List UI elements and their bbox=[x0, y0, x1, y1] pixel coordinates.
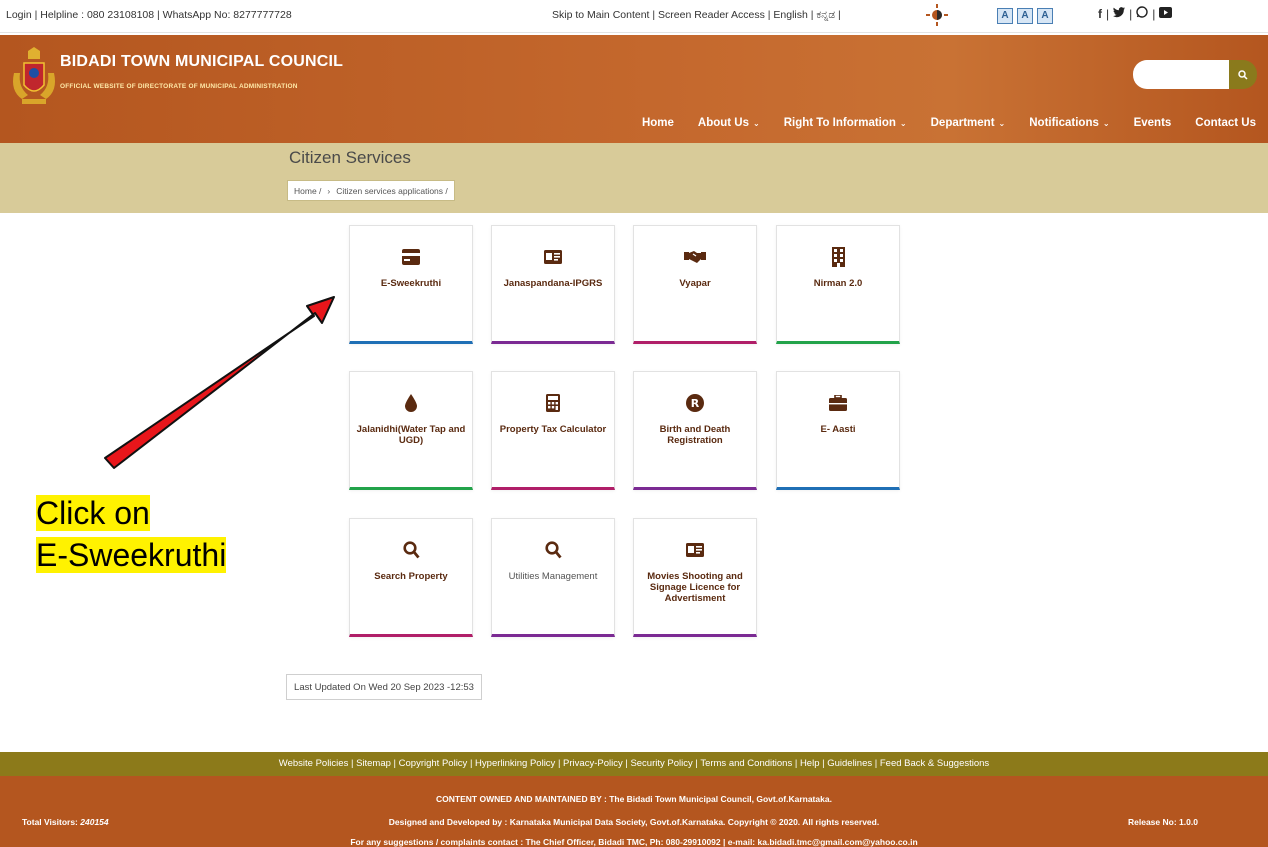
id-card-icon bbox=[542, 246, 564, 268]
service-card-label: Property Tax Calculator bbox=[499, 424, 607, 435]
registered-icon: R bbox=[684, 392, 706, 414]
search-input[interactable] bbox=[1133, 60, 1229, 89]
nav-about-us[interactable]: About Us ⌄ bbox=[698, 117, 760, 129]
site-header: BIDADI TOWN MUNICIPAL COUNCIL OFFICIAL W… bbox=[0, 35, 1268, 143]
last-updated-stamp: Last Updated On Wed 20 Sep 2023 -12:53 bbox=[286, 674, 482, 700]
breadcrumb-home[interactable]: Home / bbox=[294, 186, 321, 196]
helpline-text[interactable]: Login | Helpline : 080 23108108 | WhatsA… bbox=[6, 9, 292, 21]
youtube-icon[interactable] bbox=[1159, 6, 1173, 21]
service-card-movies-shooting-signage[interactable]: Movies Shooting and Signage Licence for … bbox=[633, 518, 757, 637]
font-decrease-button[interactable]: A bbox=[997, 8, 1013, 24]
calculator-icon bbox=[542, 392, 564, 414]
search-icon bbox=[1238, 69, 1248, 80]
page-title-band: Citizen Services Home / › Citizen servic… bbox=[0, 143, 1268, 213]
nav-rti[interactable]: Right To Information ⌄ bbox=[784, 117, 907, 129]
footer-contact: For any suggestions / complaints contact… bbox=[350, 837, 918, 847]
handshake-icon bbox=[684, 246, 706, 268]
chevron-down-icon: ⌄ bbox=[899, 119, 907, 128]
site-footer: Total Visitors: 240154 CONTENT OWNED AND… bbox=[0, 776, 1268, 847]
service-card-label: E-Sweekruthi bbox=[380, 278, 442, 289]
service-card-label: Search Property bbox=[374, 571, 448, 582]
service-card-label: Vyapar bbox=[679, 278, 711, 289]
chevron-down-icon: ⌄ bbox=[1102, 119, 1110, 128]
service-card-jalanidhi[interactable]: Jalanidhi(Water Tap and UGD) bbox=[349, 371, 473, 490]
footer-ownership: CONTENT OWNED AND MAINTAINED BY : The Bi… bbox=[436, 794, 832, 804]
service-card-label: E- Aasti bbox=[820, 424, 856, 435]
whatsapp-icon[interactable] bbox=[1136, 6, 1148, 21]
search-box bbox=[1133, 60, 1257, 89]
service-card-e-aasti[interactable]: E- Aasti bbox=[776, 371, 900, 490]
service-card-label: Movies Shooting and Signage Licence for … bbox=[647, 571, 743, 604]
service-card-label: Janaspandana-IPGRS bbox=[503, 278, 603, 289]
service-card-label: Birth and Death Registration bbox=[659, 424, 731, 446]
nav-home[interactable]: Home bbox=[642, 117, 674, 129]
search-icon bbox=[400, 539, 422, 561]
annotation-callout: Click on E-Sweekruthi bbox=[36, 492, 227, 576]
facebook-icon[interactable]: f bbox=[1098, 7, 1102, 21]
separator: | bbox=[1129, 6, 1133, 21]
service-card-property-tax-calculator[interactable]: Property Tax Calculator bbox=[491, 371, 615, 490]
service-card-label: Jalanidhi(Water Tap and UGD) bbox=[356, 424, 466, 446]
service-card-label: Nirman 2.0 bbox=[813, 278, 863, 289]
accessibility-links[interactable]: Skip to Main Content | Screen Reader Acc… bbox=[552, 9, 841, 22]
nav-contact-us[interactable]: Contact Us bbox=[1195, 117, 1256, 129]
breadcrumb-separator: › bbox=[327, 185, 331, 196]
nav-department[interactable]: Department ⌄ bbox=[931, 117, 1006, 129]
service-card-utilities-management[interactable]: Utilities Management bbox=[491, 518, 615, 637]
id-card-icon bbox=[684, 539, 706, 561]
nav-notifications[interactable]: Notifications ⌄ bbox=[1029, 117, 1109, 129]
release-number: Release No: 1.0.0 bbox=[1128, 817, 1198, 827]
service-card-vyapar[interactable]: Vyapar bbox=[633, 225, 757, 344]
svg-text:R: R bbox=[691, 397, 700, 410]
twitter-icon[interactable] bbox=[1113, 6, 1126, 21]
separator: | bbox=[1106, 6, 1110, 21]
site-subtitle: OFFICIAL WEBSITE OF DIRECTORATE OF MUNIC… bbox=[60, 83, 298, 90]
page-title: Citizen Services bbox=[289, 148, 411, 167]
card-icon bbox=[400, 246, 422, 268]
top-utility-bar: Login | Helpline : 080 23108108 | WhatsA… bbox=[0, 0, 1268, 33]
briefcase-icon bbox=[827, 392, 849, 414]
font-normal-button[interactable]: A bbox=[1017, 8, 1033, 24]
service-card-birth-death-registration[interactable]: R Birth and Death Registration bbox=[633, 371, 757, 490]
water-drop-icon bbox=[400, 392, 422, 414]
annotation-line-2: E-Sweekruthi bbox=[36, 537, 227, 573]
nav-events[interactable]: Events bbox=[1134, 117, 1172, 129]
breadcrumb: Home / › Citizen services applications / bbox=[287, 180, 455, 201]
karnataka-emblem-icon[interactable] bbox=[8, 45, 60, 107]
service-card-janaspandana[interactable]: Janaspandana-IPGRS bbox=[491, 225, 615, 344]
font-increase-button[interactable]: A bbox=[1037, 8, 1053, 24]
search-button[interactable] bbox=[1229, 60, 1257, 89]
annotation-line-1: Click on bbox=[36, 495, 150, 531]
main-nav: Home About Us ⌄ Right To Information ⌄ Dep… bbox=[642, 117, 1256, 129]
service-card-search-property[interactable]: Search Property bbox=[349, 518, 473, 637]
font-size-controls: A A A bbox=[997, 8, 1053, 24]
chevron-down-icon: ⌄ bbox=[998, 119, 1006, 128]
service-card-nirman[interactable]: Nirman 2.0 bbox=[776, 225, 900, 344]
site-title[interactable]: BIDADI TOWN MUNICIPAL COUNCIL bbox=[60, 53, 343, 71]
service-card-e-sweekruthi[interactable]: E-Sweekruthi bbox=[349, 225, 473, 344]
social-links: f | | | bbox=[1098, 6, 1173, 21]
footer-developer: Designed and Developed by : Karnataka Mu… bbox=[388, 817, 880, 827]
chevron-down-icon: ⌄ bbox=[753, 119, 760, 128]
breadcrumb-current: Citizen services applications / bbox=[336, 185, 448, 196]
building-icon bbox=[827, 246, 849, 268]
service-card-label: Utilities Management bbox=[508, 571, 598, 582]
footer-links[interactable]: Website Policies | Sitemap | Copyright P… bbox=[0, 752, 1268, 776]
separator: | bbox=[1152, 6, 1156, 21]
contrast-toggle-icon[interactable] bbox=[926, 4, 948, 26]
search-icon bbox=[542, 539, 564, 561]
